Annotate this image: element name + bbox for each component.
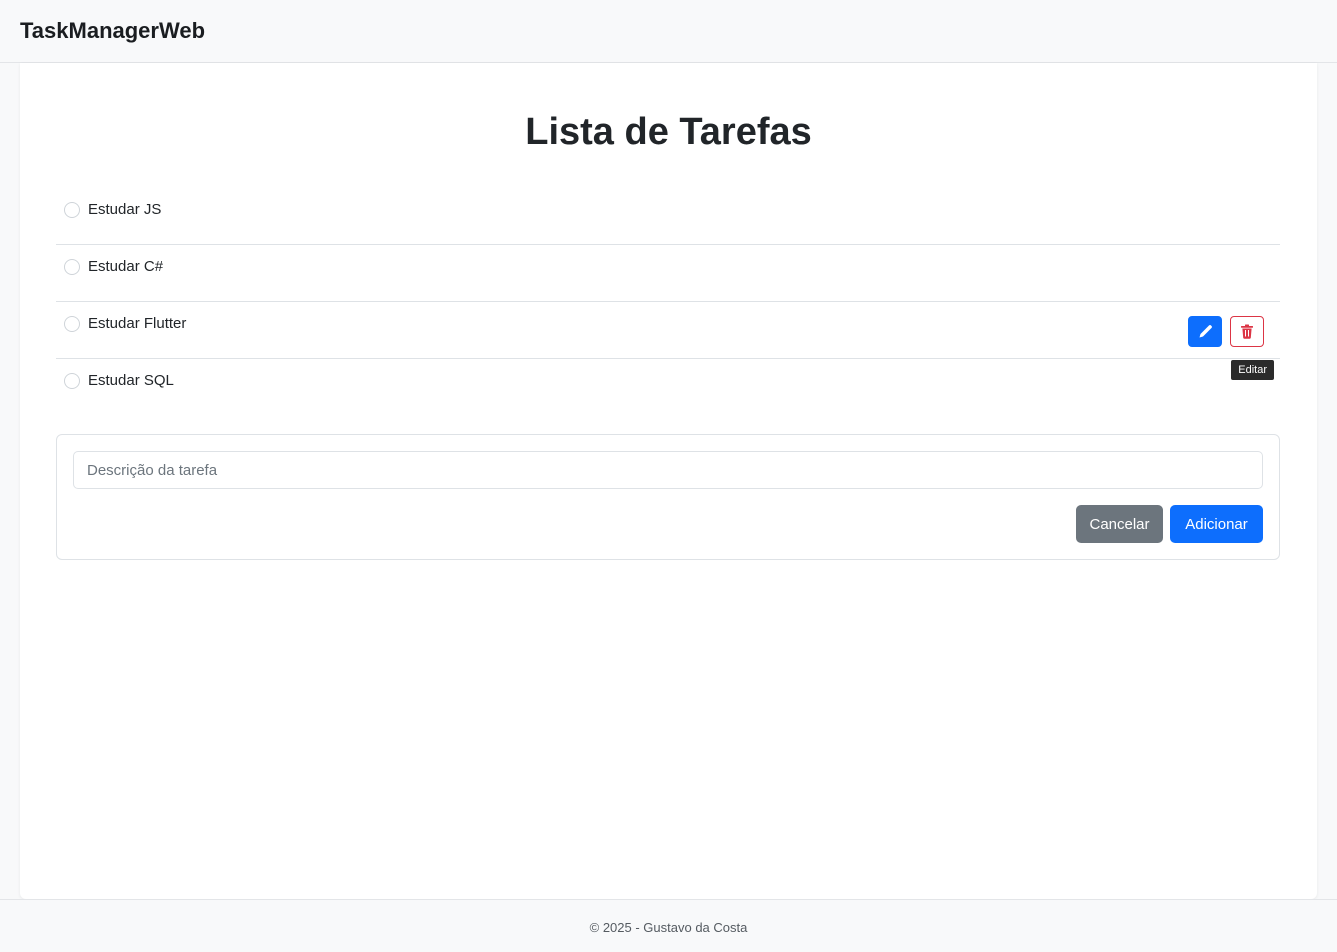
task-list: Estudar JS Estudar C# Estudar Flutter Ed… bbox=[56, 188, 1280, 416]
task-radio[interactable] bbox=[64, 202, 80, 218]
main-container: Lista de Tarefas Estudar JS Estudar C# E… bbox=[20, 63, 1317, 899]
task-label: Estudar SQL bbox=[88, 372, 174, 389]
page-title: Lista de Tarefas bbox=[525, 111, 812, 153]
trash-icon bbox=[1241, 324, 1253, 339]
task-label: Estudar C# bbox=[88, 258, 164, 275]
task-item: Estudar C# bbox=[56, 245, 1280, 302]
cancel-button[interactable]: Cancelar bbox=[1076, 505, 1163, 543]
navbar: TaskManagerWeb bbox=[0, 0, 1337, 63]
brand-link[interactable]: TaskManagerWeb bbox=[20, 18, 205, 44]
footer: © 2025 - Gustavo da Costa bbox=[0, 899, 1337, 952]
delete-button[interactable] bbox=[1230, 316, 1264, 347]
footer-text: © 2025 - Gustavo da Costa bbox=[589, 920, 748, 935]
task-label: Estudar Flutter bbox=[88, 315, 187, 332]
add-button[interactable]: Adicionar bbox=[1170, 505, 1263, 543]
task-description-input[interactable] bbox=[73, 451, 1263, 489]
pencil-icon bbox=[1199, 324, 1212, 337]
task-item: Estudar JS bbox=[56, 188, 1280, 245]
edit-button[interactable] bbox=[1188, 316, 1222, 347]
task-radio[interactable] bbox=[64, 373, 80, 389]
edit-tooltip: Editar bbox=[1231, 360, 1274, 380]
task-item: Estudar Flutter Editar bbox=[56, 302, 1280, 380]
task-label: Estudar JS bbox=[88, 201, 162, 218]
task-radio[interactable] bbox=[64, 316, 80, 332]
task-item: Estudar SQL bbox=[56, 359, 1280, 416]
task-radio[interactable] bbox=[64, 259, 80, 275]
add-task-card: Cancelar Adicionar bbox=[56, 434, 1280, 560]
